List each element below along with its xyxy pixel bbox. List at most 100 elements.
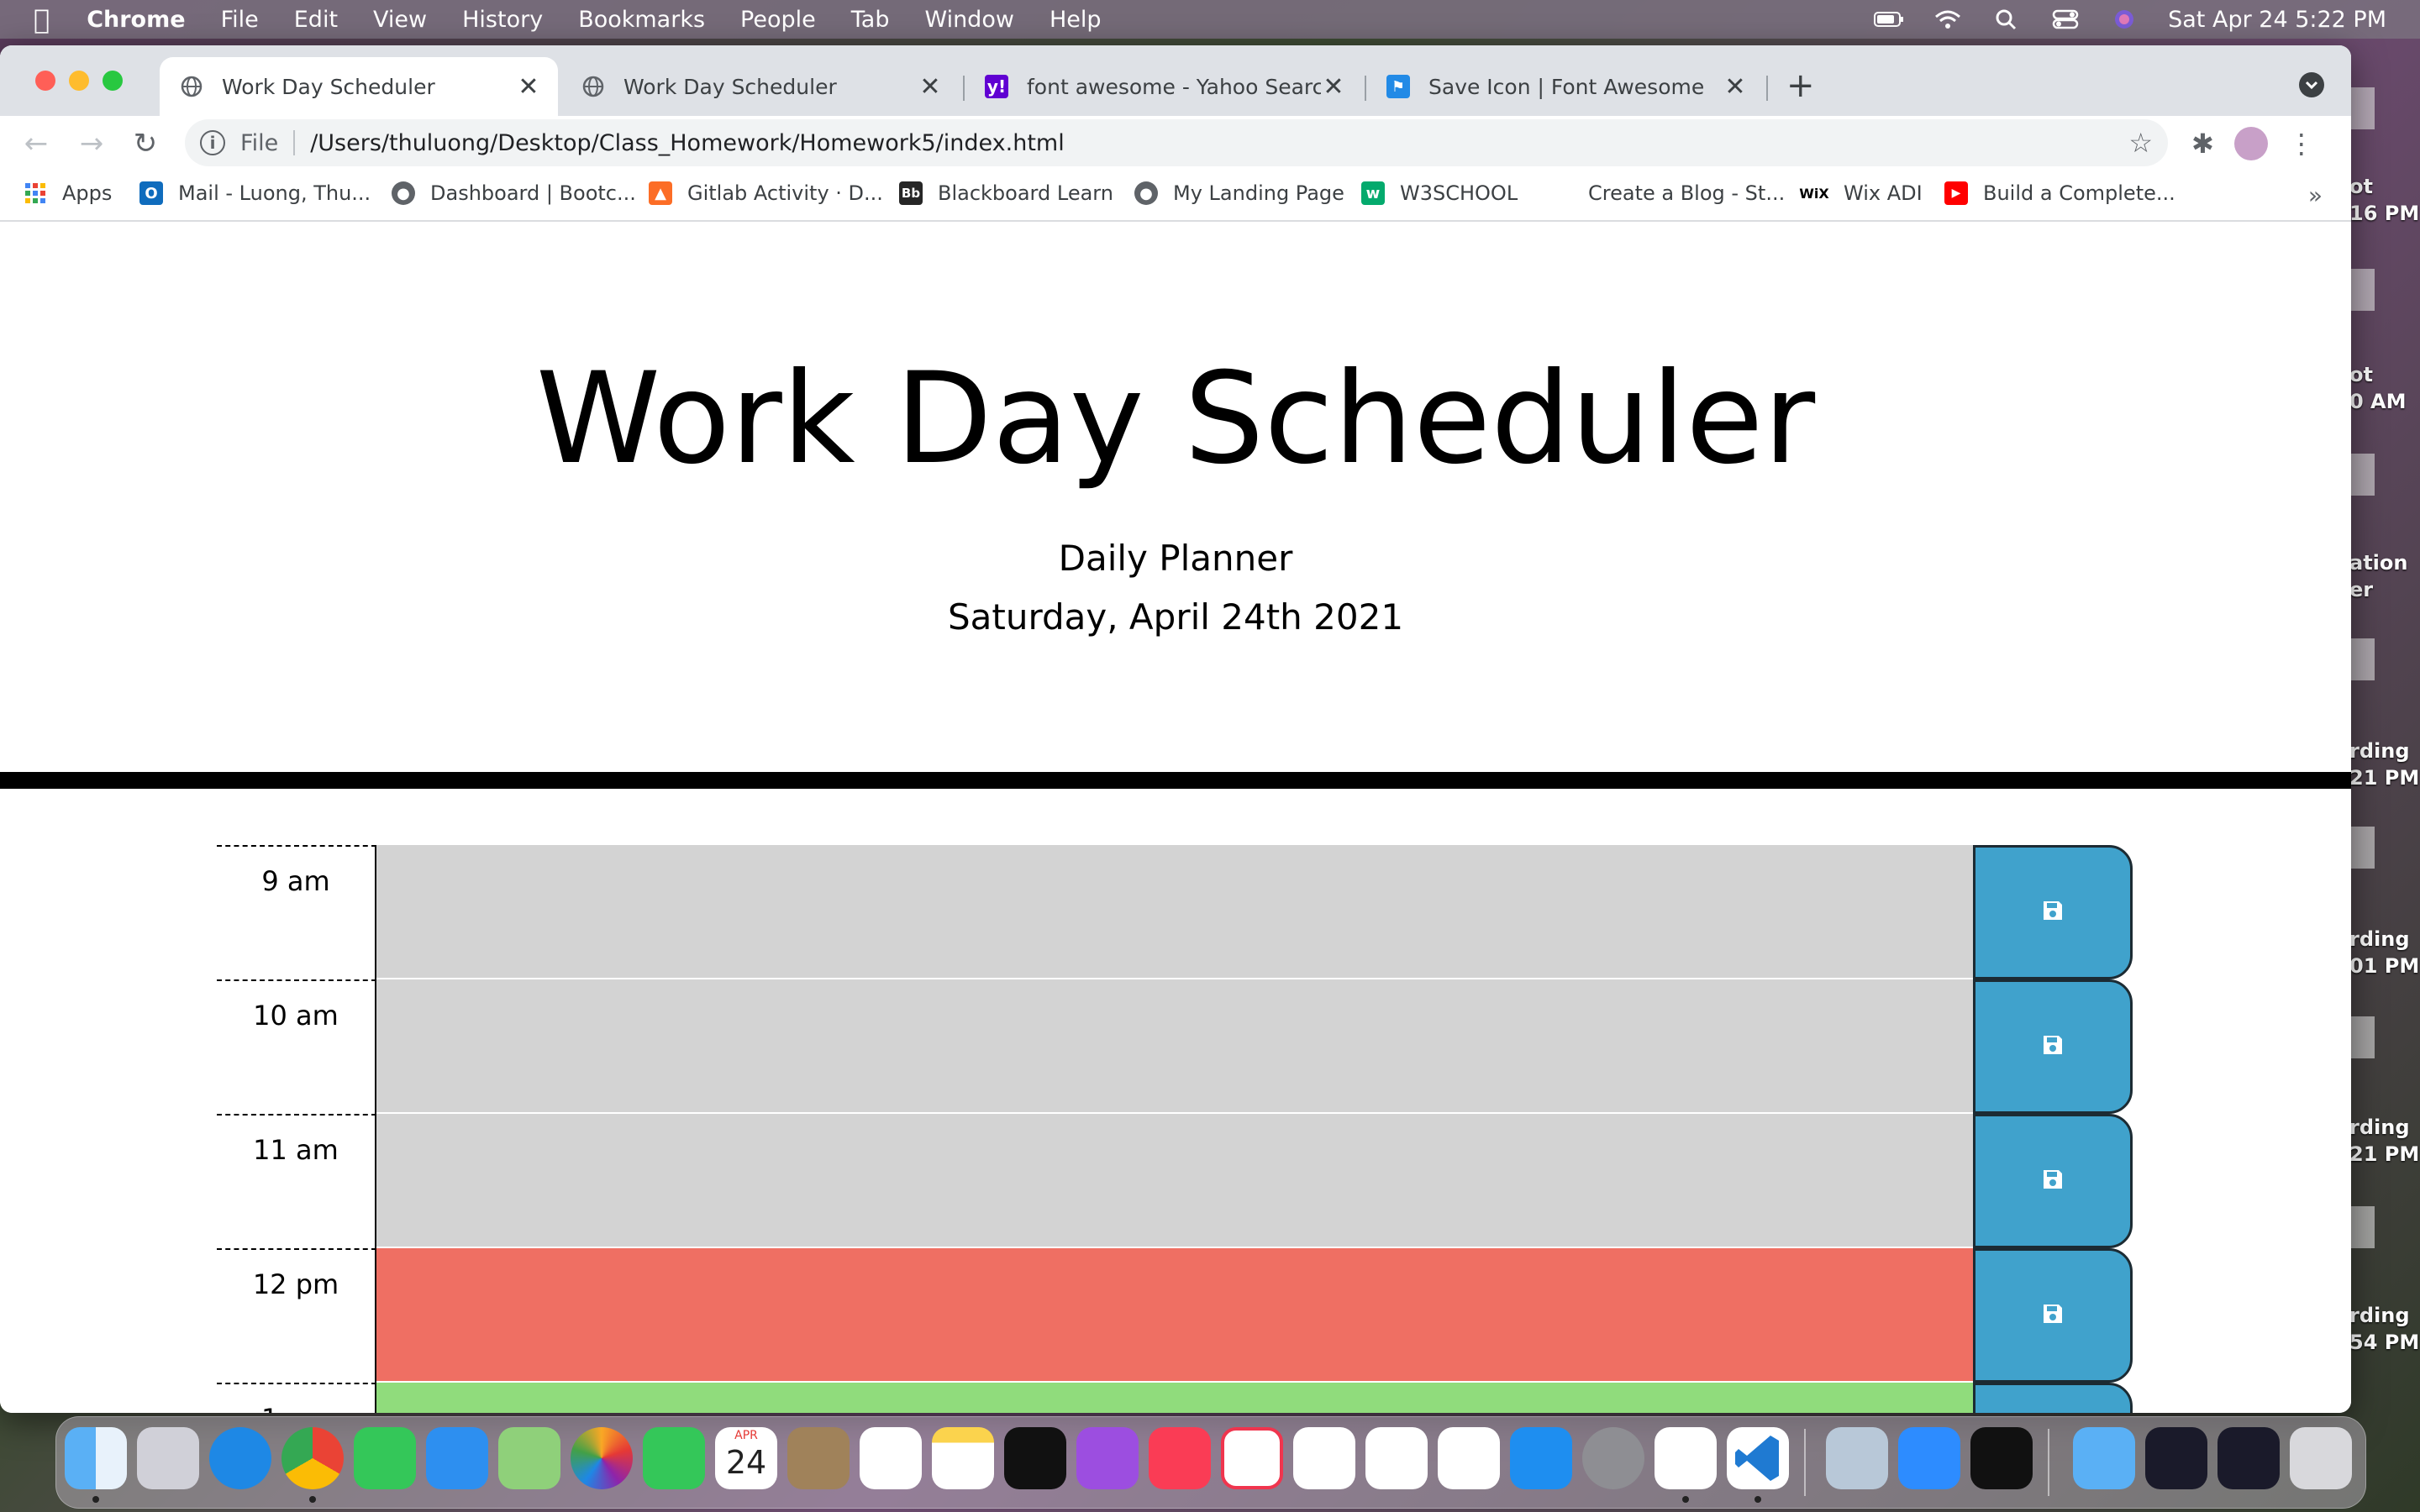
- chrome-icon[interactable]: [281, 1427, 344, 1489]
- tab-work-day-scheduler[interactable]: Work Day Scheduler ✕: [561, 57, 960, 116]
- site-info-icon[interactable]: i: [200, 130, 225, 155]
- event-description-input[interactable]: [376, 979, 1973, 1114]
- bookmark-gitlab[interactable]: ▲ Gitlab Activity · D...: [649, 181, 883, 205]
- back-arrow-icon[interactable]: ←: [15, 123, 57, 165]
- bookmark-youtube[interactable]: ▶ Build a Complete...: [1944, 181, 2175, 205]
- messages-icon[interactable]: [354, 1427, 416, 1489]
- event-description-input[interactable]: [376, 1114, 1973, 1248]
- trash-icon[interactable]: [2290, 1427, 2352, 1489]
- event-description-input[interactable]: [376, 1248, 1973, 1383]
- save-button[interactable]: [1973, 1248, 2133, 1383]
- window-close-button[interactable]: [35, 71, 55, 91]
- preview-icon[interactable]: [1826, 1427, 1888, 1489]
- terminal-icon[interactable]: [1970, 1427, 2033, 1489]
- menu-window[interactable]: Window: [924, 7, 1013, 33]
- desktop-file-thumbnail[interactable]: [2349, 827, 2375, 869]
- maps-icon[interactable]: [498, 1427, 560, 1489]
- tab-font-awesome[interactable]: ⚑ Save Icon | Font Awesome ✕: [1366, 57, 1765, 116]
- bookmark-wix[interactable]: WiX Wix ADI: [1799, 181, 1922, 205]
- tab-close-icon[interactable]: ✕: [1321, 72, 1346, 102]
- launchpad-icon[interactable]: [137, 1427, 199, 1489]
- tab-yahoo-search[interactable]: y! font awesome - Yahoo Search Results ✕: [965, 57, 1363, 116]
- system-preferences-icon[interactable]: [1582, 1427, 1644, 1489]
- music-icon[interactable]: [1149, 1427, 1211, 1489]
- bookmark-mail[interactable]: O Mail - Luong, Thu...: [139, 181, 371, 205]
- new-tab-plus-icon[interactable]: +: [1786, 69, 1815, 102]
- reload-icon[interactable]: ↻: [124, 123, 166, 165]
- news-icon[interactable]: [1221, 1427, 1283, 1489]
- extensions-puzzle-icon[interactable]: ✱: [2191, 128, 2214, 160]
- reminders-icon[interactable]: [860, 1427, 922, 1489]
- notes-icon[interactable]: [932, 1427, 994, 1489]
- save-button[interactable]: [1973, 979, 2133, 1114]
- bookmark-blackboard[interactable]: Bb Blackboard Learn: [899, 181, 1113, 205]
- profile-avatar[interactable]: [2233, 127, 2268, 160]
- siri-icon[interactable]: [2109, 8, 2139, 30]
- contacts-icon[interactable]: [787, 1427, 850, 1489]
- bookmark-create-blog[interactable]: Create a Blog - St...: [1549, 181, 1785, 205]
- bookmark-dashboard[interactable]: ● Dashboard | Bootc...: [392, 181, 636, 205]
- apple-menu-icon[interactable]: : [34, 3, 50, 35]
- bookmarks-overflow-icon[interactable]: »: [2308, 181, 2323, 209]
- menu-view[interactable]: View: [373, 7, 427, 33]
- menu-people[interactable]: People: [740, 7, 816, 33]
- battery-icon[interactable]: [1874, 8, 1904, 30]
- menu-help[interactable]: Help: [1050, 7, 1102, 33]
- mail-icon[interactable]: [426, 1427, 488, 1489]
- save-button[interactable]: [1973, 1383, 2133, 1413]
- chrome-menu-kebab-icon[interactable]: ⋮: [2288, 128, 2315, 160]
- photos-icon[interactable]: [571, 1427, 633, 1489]
- desktop-file-thumbnail[interactable]: [2349, 1016, 2375, 1058]
- bookmark-w3school[interactable]: w W3SCHOOL: [1361, 181, 1518, 205]
- menu-tab[interactable]: Tab: [851, 7, 890, 33]
- desktop-file-thumbnail[interactable]: [2349, 638, 2375, 680]
- desktop-file-thumbnail[interactable]: [2349, 454, 2375, 496]
- finder-icon[interactable]: [65, 1427, 127, 1489]
- podcasts-icon[interactable]: [1076, 1427, 1139, 1489]
- pages-icon[interactable]: [1438, 1427, 1500, 1489]
- screenshot-thumbnail-icon[interactable]: [2145, 1427, 2207, 1489]
- menu-history[interactable]: History: [462, 7, 543, 33]
- forward-arrow-icon[interactable]: →: [71, 123, 113, 165]
- tab-close-icon[interactable]: ✕: [1723, 72, 1748, 102]
- window-minimize-button[interactable]: [69, 71, 89, 91]
- event-description-input[interactable]: [376, 1383, 1973, 1413]
- address-bar[interactable]: i File /Users/thuluong/Desktop/Class_Hom…: [185, 119, 2168, 166]
- menu-file[interactable]: File: [221, 7, 259, 33]
- bookmark-landing-page[interactable]: ● My Landing Page: [1134, 181, 1344, 205]
- desktop-file-thumbnail[interactable]: [2349, 87, 2375, 129]
- screenshot-thumbnail-icon[interactable]: [2217, 1427, 2280, 1489]
- save-button[interactable]: [1973, 1114, 2133, 1248]
- window-zoom-button[interactable]: [103, 71, 123, 91]
- control-center-icon[interactable]: [2050, 8, 2081, 30]
- address-url[interactable]: /Users/thuluong/Desktop/Class_Homework/H…: [310, 130, 1065, 156]
- wifi-icon[interactable]: [1933, 8, 1963, 30]
- apple-tv-icon[interactable]: [1004, 1427, 1066, 1489]
- event-description-input[interactable]: [376, 845, 1973, 979]
- tab-close-icon[interactable]: ✕: [516, 72, 541, 102]
- bookmark-star-icon[interactable]: ☆: [2128, 127, 2153, 159]
- menu-app-name[interactable]: Chrome: [87, 7, 185, 33]
- safari-icon[interactable]: [209, 1427, 271, 1489]
- downloads-folder-icon[interactable]: [2073, 1427, 2135, 1489]
- tab-work-day-scheduler-active[interactable]: Work Day Scheduler ✕: [160, 57, 558, 116]
- bookmark-apps[interactable]: Apps: [24, 181, 112, 205]
- slack-icon[interactable]: [1655, 1427, 1717, 1489]
- menu-bar-clock[interactable]: Sat Apr 24 5:22 PM: [2168, 7, 2386, 33]
- tab-search-chevron-icon[interactable]: [2299, 72, 2324, 97]
- desktop-file-thumbnail[interactable]: [2349, 1206, 2375, 1248]
- tab-close-icon[interactable]: ✕: [918, 72, 943, 102]
- menu-edit[interactable]: Edit: [294, 7, 338, 33]
- desktop-file-thumbnail[interactable]: [2349, 269, 2375, 311]
- save-button[interactable]: [1973, 845, 2133, 979]
- app-store-icon[interactable]: [1510, 1427, 1572, 1489]
- calendar-icon[interactable]: APR 24: [715, 1427, 777, 1489]
- spotlight-search-icon[interactable]: [1991, 8, 2022, 30]
- menu-bookmarks[interactable]: Bookmarks: [578, 7, 705, 33]
- keynote-icon[interactable]: [1293, 1427, 1355, 1489]
- bookmark-label: W3SCHOOL: [1400, 181, 1518, 205]
- zoom-icon[interactable]: [1898, 1427, 1960, 1489]
- numbers-icon[interactable]: [1365, 1427, 1428, 1489]
- vscode-icon[interactable]: [1727, 1427, 1789, 1489]
- facetime-icon[interactable]: [643, 1427, 705, 1489]
